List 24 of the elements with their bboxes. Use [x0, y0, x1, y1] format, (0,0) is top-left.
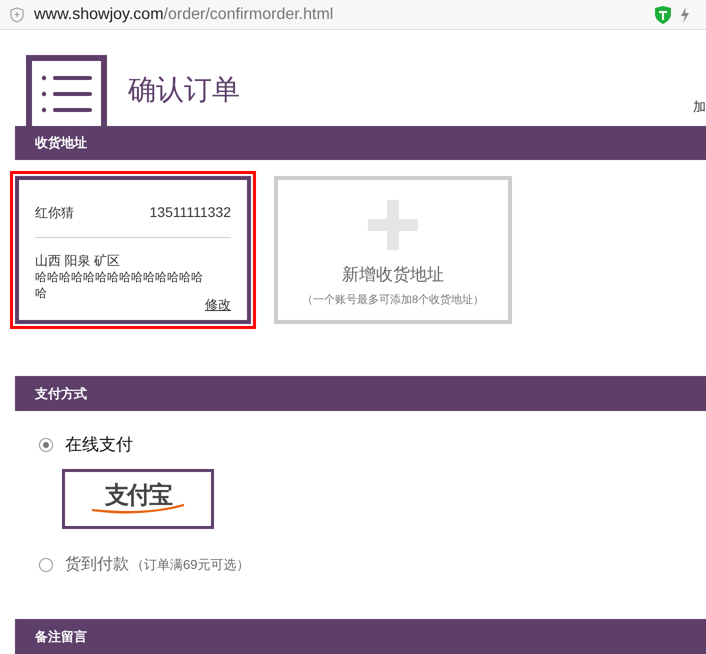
address-region: 山西 阳泉 矿区: [35, 252, 122, 269]
radio-button[interactable]: [39, 558, 53, 572]
plus-icon: [368, 200, 418, 250]
payment-option-label[interactable]: 在线支付: [65, 432, 133, 458]
payment-option-label[interactable]: 货到付款: [65, 553, 129, 577]
section-title: 备注留言: [35, 628, 87, 646]
header-link[interactable]: 加: [693, 100, 706, 113]
lightning-icon[interactable]: [680, 6, 690, 22]
shield-icon: [10, 6, 24, 22]
address-limit-note: （一个账号最多可添加8个收货地址）: [302, 292, 484, 308]
add-address-card[interactable]: 新增收货地址 （一个账号最多可添加8个收货地址）: [274, 176, 512, 324]
phone-number: 13511111332: [150, 203, 231, 222]
radio-button[interactable]: [39, 438, 53, 452]
section-title: 收货地址: [35, 134, 87, 152]
address-detail: 哈哈哈哈哈哈哈哈哈哈哈哈哈哈哈: [35, 269, 204, 301]
payment-note: （订单满69元可选）: [131, 556, 250, 574]
logo-text: 支付宝: [105, 484, 171, 508]
edit-link[interactable]: 修改: [205, 297, 231, 313]
shield-icon[interactable]: [654, 4, 672, 24]
page-title: 确认订单: [128, 76, 240, 104]
section-title: 支付方式: [35, 384, 87, 403]
payment-logo[interactable]: 支付宝: [62, 469, 214, 529]
add-address-label: 新增收货地址: [342, 264, 444, 286]
recipient-name: 红你猜: [35, 204, 74, 222]
